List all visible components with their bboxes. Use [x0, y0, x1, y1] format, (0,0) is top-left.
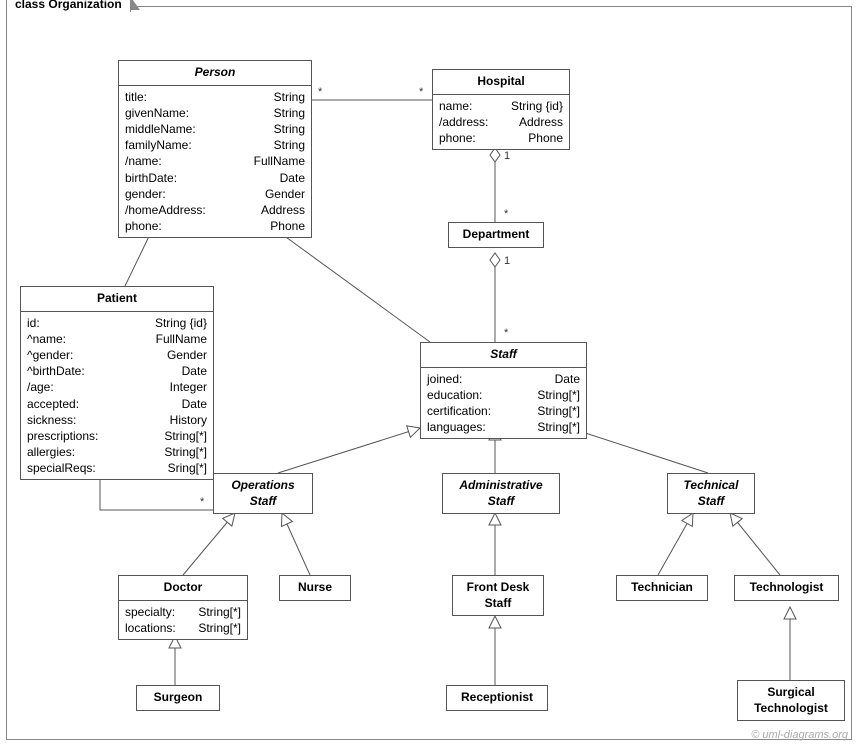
class-admin-staff: Administrative Staff — [442, 473, 560, 514]
class-person: Person title:String givenName:String mid… — [118, 60, 312, 238]
class-doctor: Doctor specialty:String[*] locations:Str… — [118, 575, 248, 640]
class-receptionist-title: Receptionist — [447, 686, 547, 710]
class-staff: Staff joined:Date education:String[*] ce… — [420, 342, 587, 439]
class-technologist: Technologist — [734, 575, 839, 601]
class-department: Department — [448, 222, 544, 248]
class-nurse-title: Nurse — [280, 576, 350, 600]
class-admin-staff-title: Administrative Staff — [443, 474, 559, 513]
class-person-title: Person — [119, 61, 311, 86]
class-surg-tech: Surgical Technologist — [737, 680, 845, 721]
class-tech-staff: Technical Staff — [667, 473, 755, 514]
frame-label-text: class Organization — [15, 0, 122, 11]
class-patient-title: Patient — [21, 287, 213, 312]
class-technician-title: Technician — [617, 576, 707, 600]
class-hospital-title: Hospital — [433, 70, 569, 95]
mult-hospital-dept-bottom: * — [504, 208, 508, 220]
class-hospital-attrs: name:String {id} /address:Address phone:… — [433, 95, 569, 150]
class-patient-attrs: id:String {id} ^name:FullName ^gender:Ge… — [21, 312, 213, 480]
mult-person-hospital-right: * — [419, 86, 423, 98]
mult-dept-staff-bottom: * — [504, 327, 508, 339]
class-surgeon-title: Surgeon — [137, 686, 219, 710]
class-person-attrs: title:String givenName:String middleName… — [119, 86, 311, 238]
copyright-text: © uml-diagrams.org — [751, 729, 848, 741]
class-ops-staff-title: Operations Staff — [214, 474, 312, 513]
mult-hospital-dept-top: 1 — [504, 150, 510, 162]
class-staff-title: Staff — [421, 343, 586, 368]
class-department-title: Department — [449, 223, 543, 247]
class-technician: Technician — [616, 575, 708, 601]
mult-person-hospital-left: * — [318, 86, 322, 98]
frame-label: class Organization — [6, 0, 131, 12]
class-doctor-attrs: specialty:String[*] locations:String[*] — [119, 601, 247, 639]
class-tech-staff-title: Technical Staff — [668, 474, 754, 513]
class-technologist-title: Technologist — [735, 576, 838, 600]
class-staff-attrs: joined:Date education:String[*] certific… — [421, 368, 586, 439]
class-hospital: Hospital name:String {id} /address:Addre… — [432, 69, 570, 150]
class-patient: Patient id:String {id} ^name:FullName ^g… — [20, 286, 214, 480]
class-frontdesk-title: Front Desk Staff — [453, 576, 543, 615]
class-frontdesk: Front Desk Staff — [452, 575, 544, 616]
class-receptionist: Receptionist — [446, 685, 548, 711]
uml-canvas: class Organization — [0, 0, 860, 747]
class-surgeon: Surgeon — [136, 685, 220, 711]
mult-dept-staff-top: 1 — [504, 255, 510, 267]
class-doctor-title: Doctor — [119, 576, 247, 601]
class-ops-staff: Operations Staff — [213, 473, 313, 514]
mult-patient-ops-right: * — [200, 496, 204, 508]
class-surg-tech-title: Surgical Technologist — [738, 681, 844, 720]
class-nurse: Nurse — [279, 575, 351, 601]
